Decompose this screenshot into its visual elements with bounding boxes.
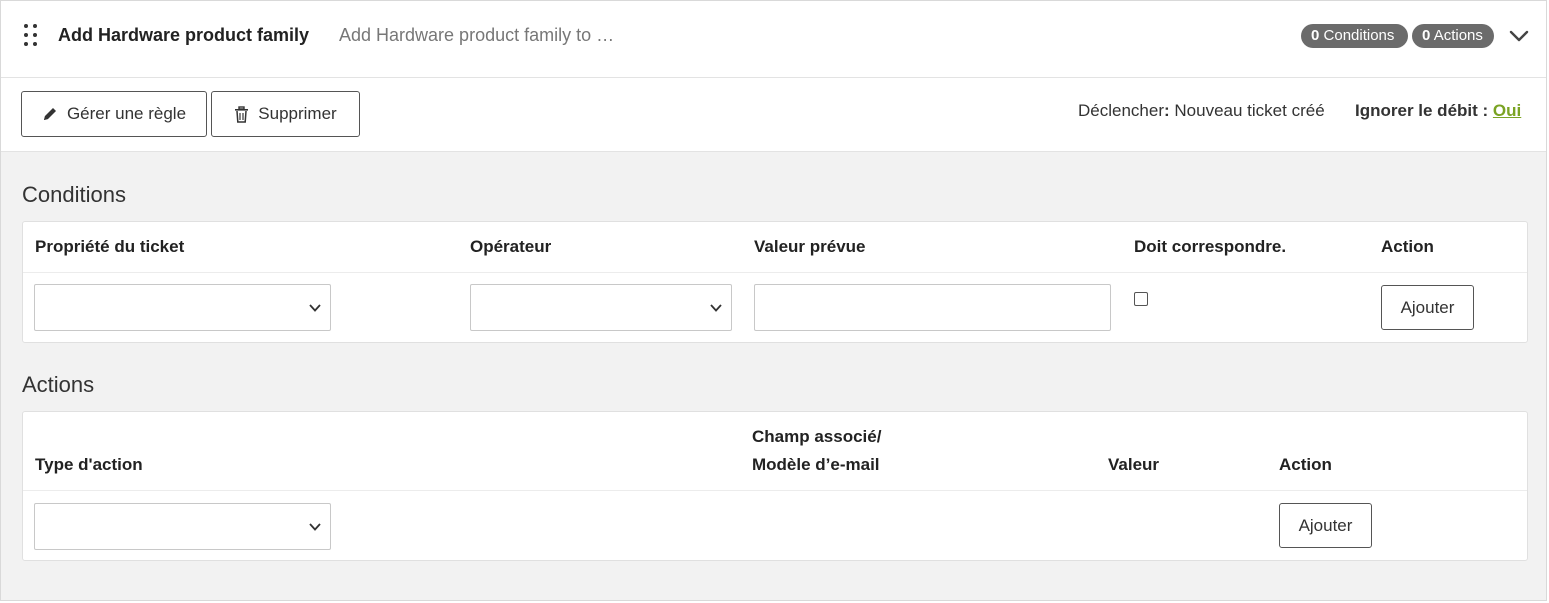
col-associated-field-line2: Modèle d’e-mail (752, 455, 880, 474)
col-action: Action (1279, 455, 1332, 474)
actions-count: 0 (1422, 27, 1431, 44)
trigger-value: Nouveau ticket créé (1174, 101, 1325, 120)
header-divider (23, 272, 1527, 273)
chevron-down-icon[interactable] (1508, 27, 1530, 45)
col-associated-field: Champ associé/ Modèle d’e-mail (752, 423, 881, 479)
ignore-debit-info: Ignorer le débit : Oui (1355, 101, 1521, 121)
actions-section-title: Actions (22, 372, 95, 397)
conditions-count-badge: 0 Conditions (1301, 24, 1408, 48)
delete-button[interactable]: Supprimer (211, 91, 360, 137)
conditions-section-title: Conditions (22, 182, 126, 207)
chevron-down-icon (309, 523, 321, 531)
pencil-icon (43, 108, 56, 120)
col-associated-field-line1: Champ associé/ (752, 427, 882, 446)
chevron-down-icon (309, 304, 321, 312)
must-match-checkbox[interactable] (1134, 292, 1148, 306)
conditions-table: Propriété du ticket Opérateur Valeur pré… (22, 221, 1528, 343)
col-action-type: Type d'action (35, 455, 143, 474)
col-expected-value: Valeur prévue (754, 237, 866, 256)
manage-rule-label: Gérer une règle (66, 104, 187, 123)
add-action-button[interactable]: Ajouter (1279, 503, 1372, 548)
col-action: Action (1381, 237, 1434, 256)
chevron-down-icon (710, 304, 722, 312)
ticket-property-select[interactable] (34, 284, 331, 331)
rule-header[interactable]: Add Hardware product family Add Hardware… (1, 1, 1546, 78)
actions-count-label: Actions (1433, 27, 1483, 44)
rule-description: Add Hardware product family to … (339, 25, 615, 45)
rule-title: Add Hardware product family (58, 25, 310, 45)
drag-handle-icon[interactable] (24, 24, 38, 46)
manage-rule-button[interactable]: Gérer une règle (21, 91, 207, 137)
actions-count-badge: 0 Actions (1412, 24, 1494, 48)
trash-icon (235, 105, 249, 123)
add-action-label: Ajouter (1298, 515, 1353, 535)
header-divider (23, 490, 1527, 491)
delete-label: Supprimer (258, 104, 337, 123)
conditions-count-label: Conditions (1323, 27, 1395, 44)
add-condition-label: Ajouter (1400, 297, 1455, 317)
ignore-debit-link[interactable]: Oui (1493, 101, 1521, 120)
trigger-label: Déclencher (1078, 101, 1164, 120)
col-operator: Opérateur (470, 237, 552, 256)
trigger-info: Déclencher: Nouveau ticket créé (1078, 101, 1325, 120)
add-condition-button[interactable]: Ajouter (1381, 285, 1474, 330)
rule-card: Add Hardware product family Add Hardware… (0, 0, 1547, 601)
ignore-debit-label: Ignorer le débit : (1355, 101, 1489, 120)
rule-toolbar: Gérer une règle Supprimer Déclencher: No… (1, 78, 1546, 152)
action-type-select[interactable] (34, 503, 331, 550)
col-must-match: Doit correspondre. (1134, 237, 1287, 256)
col-value: Valeur (1108, 455, 1160, 474)
operator-select[interactable] (470, 284, 732, 331)
actions-table: Type d'action Champ associé/ Modèle d’e-… (22, 411, 1528, 561)
conditions-count: 0 (1311, 27, 1320, 44)
col-ticket-property: Propriété du ticket (35, 237, 185, 256)
expected-value-input[interactable] (754, 284, 1111, 331)
